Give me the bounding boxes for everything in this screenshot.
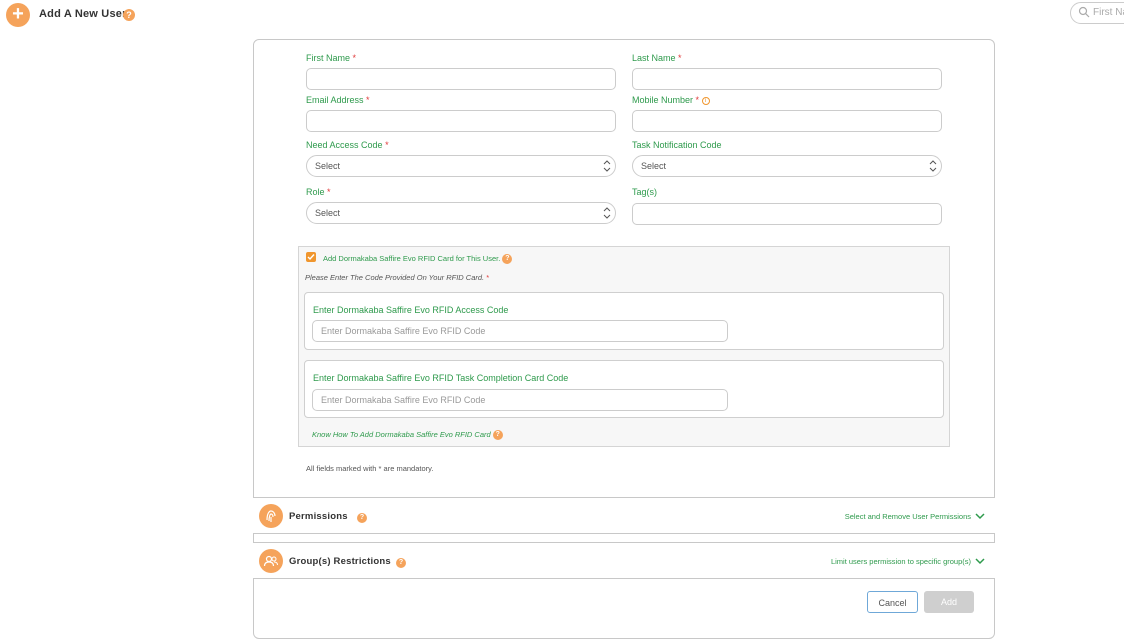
- help-icon[interactable]: ?: [357, 513, 367, 523]
- select-arrows-icon: [603, 207, 611, 219]
- rfid-task-code-placeholder: Enter Dormakaba Saffire Evo RFID Code: [321, 395, 486, 405]
- top-bar: + Add A New User ? First Na: [0, 0, 1124, 30]
- permissions-link[interactable]: Select and Remove User Permissions: [845, 512, 971, 521]
- tags-label: Tag(s): [632, 187, 658, 197]
- search-icon: [1078, 6, 1090, 18]
- chevron-down-icon[interactable]: [975, 557, 985, 565]
- add-button[interactable]: Add: [924, 591, 974, 613]
- group-restrictions-link[interactable]: Limit users permission to specific group…: [831, 557, 971, 566]
- last-name-field[interactable]: [632, 68, 942, 90]
- select-arrows-icon: [603, 160, 611, 172]
- chevron-down-icon[interactable]: [975, 512, 985, 520]
- search-placeholder: First Na: [1093, 7, 1124, 18]
- rfid-how-to-link[interactable]: Know How To Add Dormakaba Saffire Evo RF…: [312, 430, 503, 441]
- add-user-icon[interactable]: +: [6, 3, 30, 27]
- group-restrictions-title: Group(s) Restrictions: [289, 556, 391, 567]
- mandatory-note: All fields marked with * are mandatory.: [306, 464, 434, 473]
- role-value: Select: [315, 208, 341, 218]
- rfid-instruction: Please Enter The Code Provided On Your R…: [305, 273, 490, 282]
- rfid-task-code-label: Enter Dormakaba Saffire Evo RFID Task Co…: [313, 373, 569, 383]
- rfid-access-code-placeholder: Enter Dormakaba Saffire Evo RFID Code: [321, 326, 486, 336]
- rfid-access-code-input[interactable]: Enter Dormakaba Saffire Evo RFID Code: [312, 320, 728, 342]
- fingerprint-icon: [259, 504, 283, 528]
- role-select[interactable]: Select: [306, 202, 616, 224]
- users-icon: [259, 549, 283, 573]
- tags-field[interactable]: [632, 203, 942, 225]
- rfid-task-code-input[interactable]: Enter Dormakaba Saffire Evo RFID Code: [312, 389, 728, 411]
- task-notification-code-value: Select: [641, 161, 667, 171]
- permissions-title: Permissions: [289, 511, 348, 522]
- task-notification-code-label: Task Notification Code: [632, 140, 722, 150]
- need-access-code-value: Select: [315, 161, 341, 171]
- help-icon[interactable]: ?: [492, 430, 503, 441]
- check-icon: [307, 254, 315, 261]
- help-icon[interactable]: ?: [123, 9, 135, 21]
- email-label: Email Address *: [306, 95, 370, 105]
- group-restrictions-section[interactable]: Group(s) Restrictions ? Limit users perm…: [253, 542, 995, 579]
- first-name-field[interactable]: [306, 68, 616, 90]
- page-title: Add A New User: [39, 8, 127, 20]
- email-field[interactable]: [306, 110, 616, 132]
- help-icon[interactable]: ?: [396, 558, 406, 568]
- role-label: Role *: [306, 187, 331, 197]
- info-icon[interactable]: i: [701, 96, 710, 105]
- help-icon[interactable]: ?: [502, 254, 513, 265]
- mobile-number-field[interactable]: [632, 110, 942, 132]
- first-name-label: First Name *: [306, 53, 357, 63]
- rfid-access-code-label: Enter Dormakaba Saffire Evo RFID Access …: [313, 305, 509, 315]
- task-notification-code-select[interactable]: Select: [632, 155, 942, 177]
- rfid-checkbox[interactable]: [306, 252, 316, 262]
- last-name-label: Last Name *: [632, 53, 682, 63]
- need-access-code-select[interactable]: Select: [306, 155, 616, 177]
- need-access-code-label: Need Access Code *: [306, 140, 389, 150]
- mobile-label: Mobile Number * i: [632, 95, 710, 105]
- search-input[interactable]: First Na: [1070, 2, 1124, 24]
- rfid-checkbox-label: Add Dormakaba Saffire Evo RFID Card for …: [323, 254, 513, 265]
- select-arrows-icon: [929, 160, 937, 172]
- cancel-button[interactable]: Cancel: [867, 591, 918, 613]
- permissions-section[interactable]: Permissions ? Select and Remove User Per…: [253, 497, 995, 534]
